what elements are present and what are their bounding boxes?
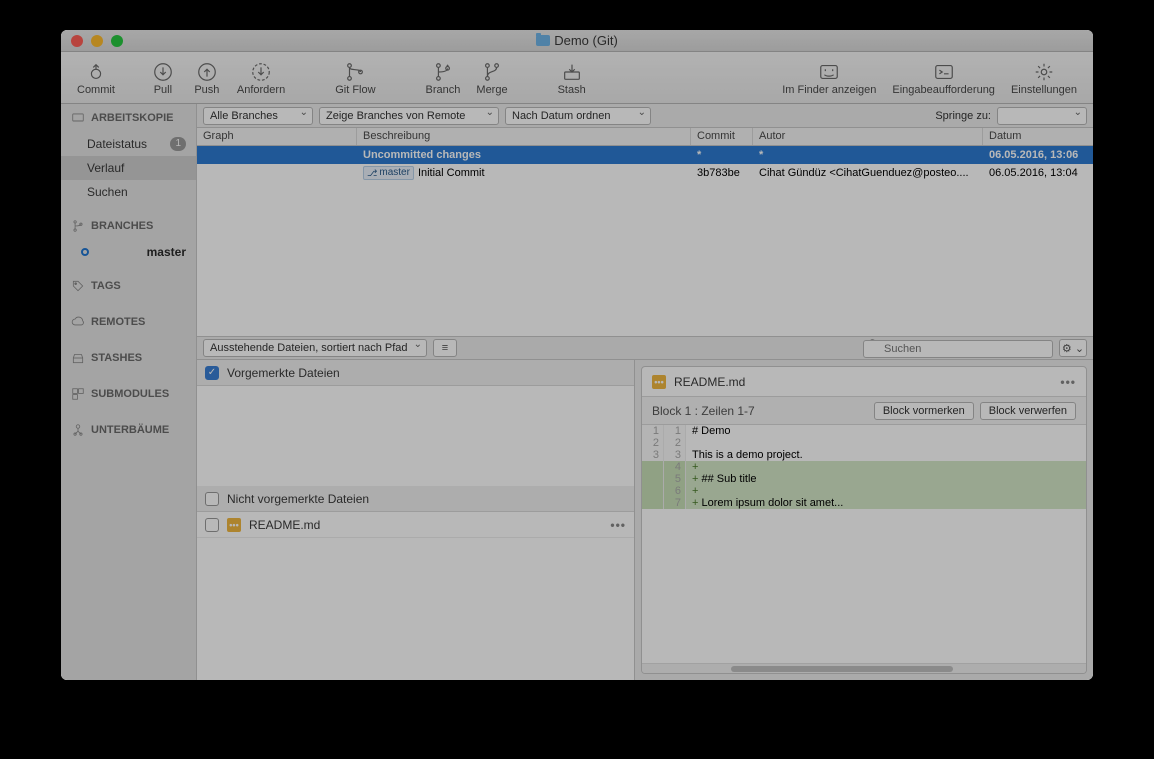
- sidebar-section-submodules[interactable]: SUBMODULES: [61, 380, 196, 408]
- settings-button[interactable]: Einstellungen: [1003, 58, 1085, 98]
- commit-button[interactable]: Commit: [69, 58, 123, 98]
- unstaged-checkbox[interactable]: [205, 492, 219, 506]
- commit-row[interactable]: Uncommitted changes**06.05.2016, 13:06: [197, 146, 1093, 164]
- jump-to-label: Springe zu:: [935, 110, 991, 122]
- sidebar-section-tags[interactable]: TAGS: [61, 272, 196, 300]
- diff-hunk-header: Block 1 : Zeilen 1-7 Block vormerken Blo…: [642, 397, 1086, 425]
- branch-dot-icon: [81, 248, 89, 256]
- col-header-commit[interactable]: Commit: [691, 128, 753, 145]
- modified-file-icon: •••: [652, 375, 666, 389]
- commits-list: Uncommitted changes**06.05.2016, 13:06ma…: [197, 146, 1093, 336]
- sidebar-section-branches[interactable]: BRANCHES: [61, 212, 196, 240]
- jump-to-select[interactable]: [997, 107, 1087, 125]
- sidebar-section-remotes[interactable]: REMOTES: [61, 308, 196, 336]
- modified-file-icon: •••: [227, 518, 241, 532]
- branch-filter-select[interactable]: Alle Branches: [203, 107, 313, 125]
- col-header-description[interactable]: Beschreibung: [357, 128, 691, 145]
- terminal-button[interactable]: Eingabeaufforderung: [884, 58, 1003, 98]
- file-actions-button[interactable]: •••: [610, 518, 626, 532]
- discard-hunk-button[interactable]: Block verwerfen: [980, 402, 1076, 420]
- unstaged-files-header: Nicht vorgemerkte Dateien: [197, 486, 634, 512]
- push-button[interactable]: Push: [185, 58, 229, 98]
- file-checkbox[interactable]: [205, 518, 219, 532]
- sidebar-section-stashes[interactable]: STASHES: [61, 344, 196, 372]
- toolbar: Commit Pull Push Anfordern Git Flow Bran…: [61, 52, 1093, 104]
- sidebar-item-filestatus[interactable]: Dateistatus1: [61, 132, 196, 156]
- merge-button[interactable]: Merge: [468, 58, 515, 98]
- show-in-finder-button[interactable]: Im Finder anzeigen: [774, 58, 884, 98]
- staged-files-header: ✓ Vorgemerkte Dateien: [197, 360, 634, 386]
- minimize-icon[interactable]: [91, 35, 103, 47]
- list-view-button[interactable]: ≡: [433, 339, 457, 357]
- diff-scrollbar[interactable]: [642, 663, 1086, 673]
- folder-icon: [536, 35, 550, 46]
- filestatus-badge: 1: [170, 137, 186, 151]
- staged-checkbox[interactable]: ✓: [205, 366, 219, 380]
- sidebar-section-workingcopy[interactable]: ARBEITSKOPIE: [61, 104, 196, 132]
- stage-hunk-button[interactable]: Block vormerken: [874, 402, 974, 420]
- sidebar-item-history[interactable]: Verlauf: [61, 156, 196, 180]
- main-content: Alle Branches Zeige Branches von Remote …: [197, 104, 1093, 680]
- diff-actions-button[interactable]: •••: [1060, 375, 1076, 389]
- col-header-graph[interactable]: Graph: [197, 128, 357, 145]
- sidebar-branch-master[interactable]: master: [61, 240, 196, 264]
- options-gear-button[interactable]: ⚙ ⌄: [1059, 339, 1087, 357]
- stash-button[interactable]: Stash: [550, 58, 594, 98]
- gitflow-button[interactable]: Git Flow: [327, 58, 383, 98]
- remote-filter-select[interactable]: Zeige Branches von Remote: [319, 107, 499, 125]
- files-pane: ✓ Vorgemerkte Dateien Nicht vorgemerkte …: [197, 360, 635, 680]
- zoom-icon[interactable]: [111, 35, 123, 47]
- file-row-readme[interactable]: ••• README.md •••: [197, 512, 634, 538]
- diff-pane: ••• README.md ••• Block 1 : Zeilen 1-7 B…: [635, 360, 1093, 680]
- pending-files-select[interactable]: Ausstehende Dateien, sortiert nach Pfad: [203, 339, 427, 357]
- sidebar-section-subtrees[interactable]: UNTERBÄUME: [61, 416, 196, 444]
- sort-select[interactable]: Nach Datum ordnen: [505, 107, 651, 125]
- sidebar-item-search[interactable]: Suchen: [61, 180, 196, 204]
- search-input[interactable]: [863, 340, 1053, 358]
- col-header-author[interactable]: Autor: [753, 128, 983, 145]
- titlebar: Demo (Git): [61, 30, 1093, 52]
- close-icon[interactable]: [71, 35, 83, 47]
- file-toolbar: Ausstehende Dateien, sortiert nach Pfad …: [197, 336, 1093, 360]
- commit-row[interactable]: masterInitial Commit3b783beCihat Gündüz …: [197, 164, 1093, 182]
- pull-button[interactable]: Pull: [141, 58, 185, 98]
- sidebar: ARBEITSKOPIE Dateistatus1 Verlauf Suchen…: [61, 104, 197, 680]
- filter-bar: Alle Branches Zeige Branches von Remote …: [197, 104, 1093, 128]
- diff-body[interactable]: 11# Demo2233This is a demo project.45## …: [642, 425, 1086, 663]
- app-window: Demo (Git) Commit Pull Push Anfordern Gi…: [61, 30, 1093, 680]
- col-header-date[interactable]: Datum: [983, 128, 1093, 145]
- branch-button[interactable]: Branch: [418, 58, 469, 98]
- diff-file-header: ••• README.md •••: [642, 367, 1086, 397]
- window-title: Demo (Git): [554, 33, 618, 48]
- commits-header: Graph Beschreibung Commit Autor Datum: [197, 128, 1093, 146]
- fetch-button[interactable]: Anfordern: [229, 58, 293, 98]
